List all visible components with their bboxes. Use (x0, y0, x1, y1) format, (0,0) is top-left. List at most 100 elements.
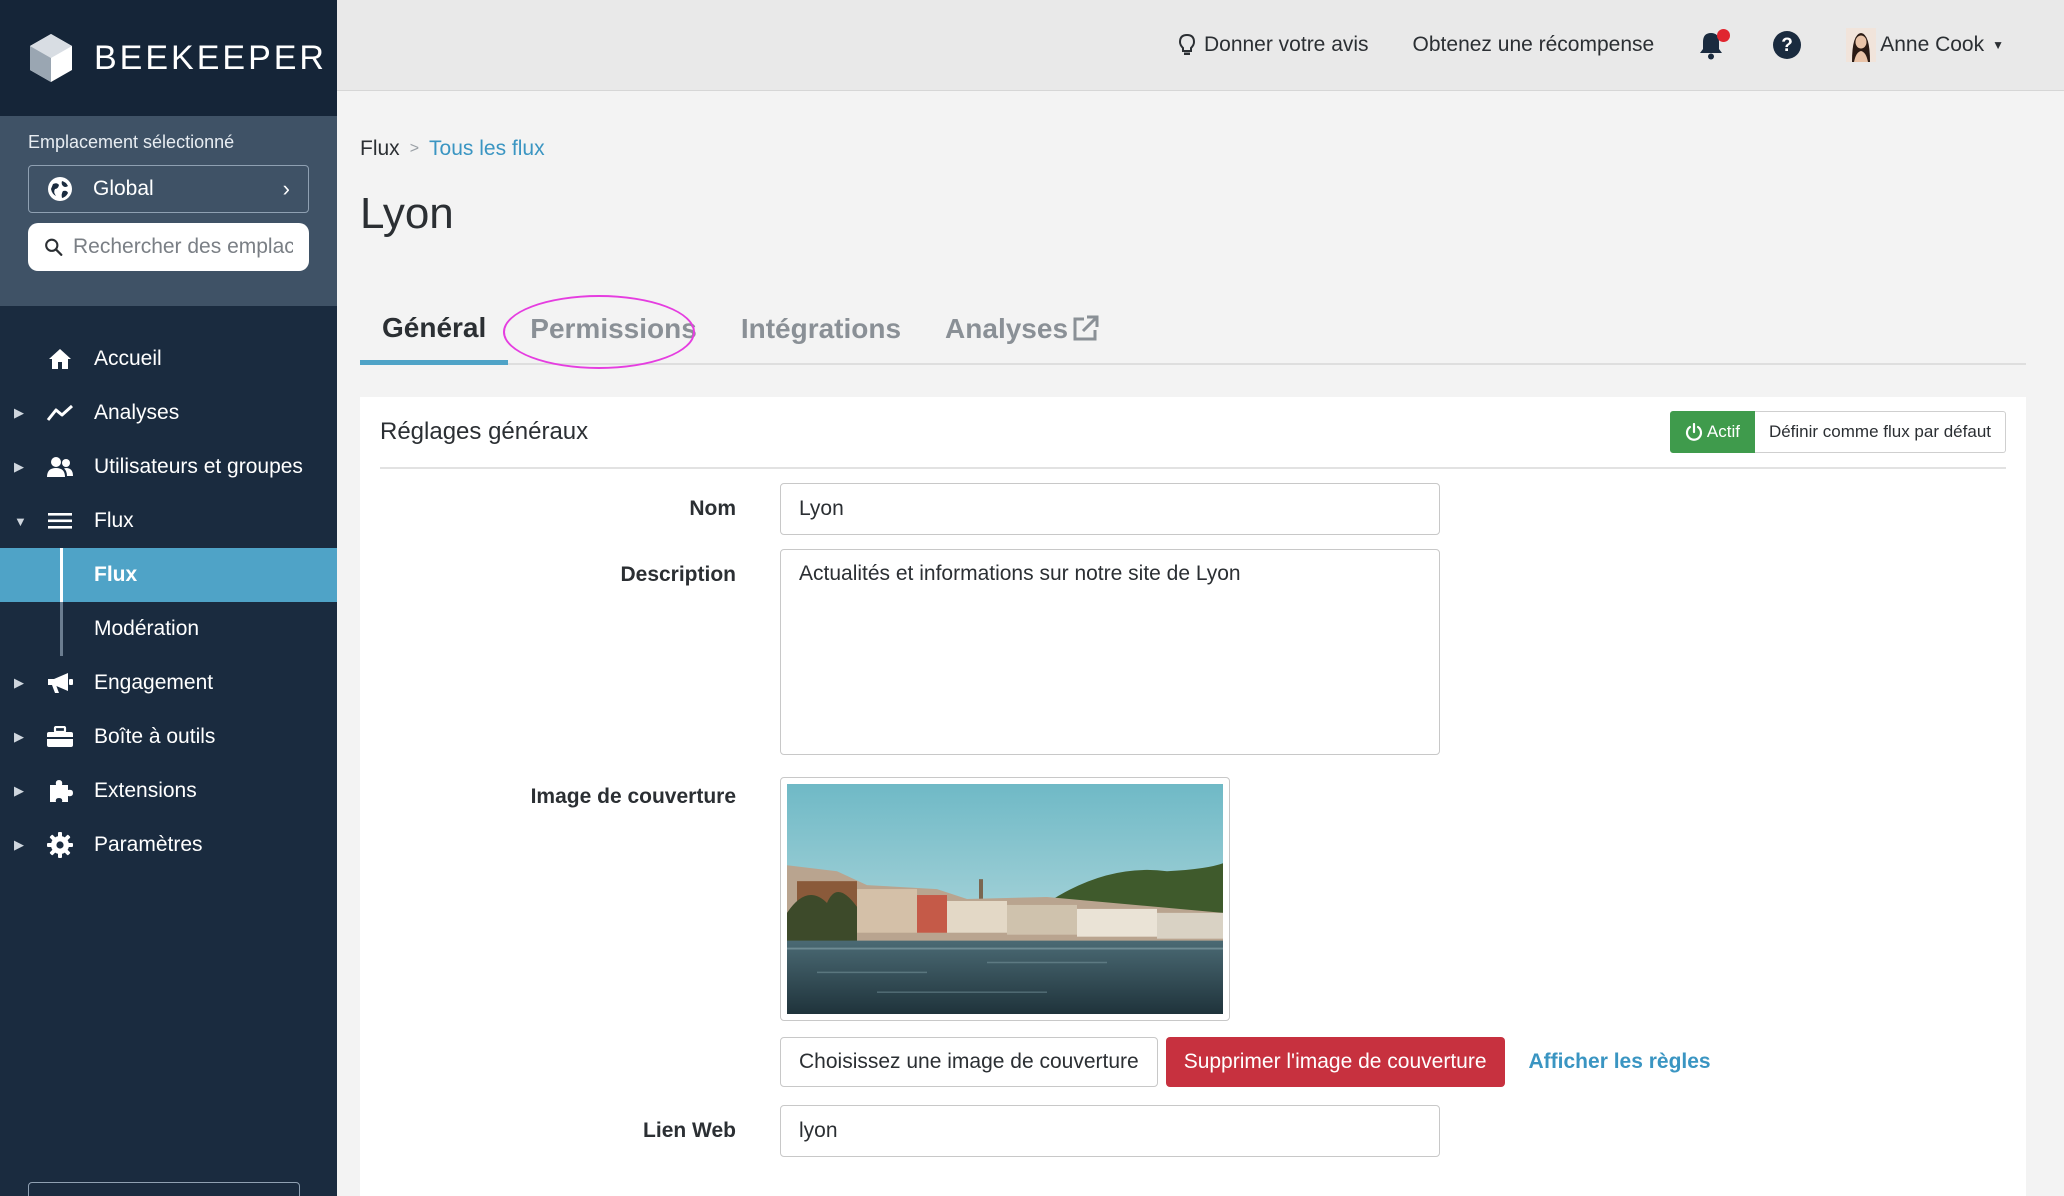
caret-right-icon: ▶ (14, 675, 24, 690)
page-title: Lyon (360, 189, 454, 238)
nav-subitem-flux[interactable]: Flux (0, 548, 337, 602)
nav-label: Flux (94, 563, 138, 586)
set-default-stream-button[interactable]: Définir comme flux par défaut (1754, 411, 2006, 453)
reward-label: Obtenez une récompense (1412, 33, 1655, 56)
gear-icon (46, 831, 74, 859)
tab-analyses[interactable]: Analyses (923, 295, 1122, 363)
feedback-link[interactable]: Donner votre avis (1178, 33, 1369, 57)
toolbox-icon (46, 723, 74, 751)
general-settings-card: Réglages généraux Actif Définir comme fl… (360, 397, 2026, 1196)
weblink-label: Lien Web (643, 1119, 736, 1142)
form-row-description: Description Actualités et informations s… (380, 549, 2006, 755)
breadcrumb-separator: > (409, 140, 420, 157)
breadcrumb-root[interactable]: Flux (360, 137, 400, 161)
nav-item-engagement[interactable]: ▶ Engagement (0, 656, 337, 710)
brand[interactable]: BEEKEEPER (0, 0, 337, 116)
nav-label: Engagement (94, 671, 214, 694)
description-label: Description (620, 563, 736, 586)
location-search-input[interactable] (73, 235, 293, 259)
help-button[interactable]: ? (1772, 30, 1802, 60)
chart-line-icon (46, 399, 74, 427)
location-label: Emplacement sélectionné (28, 132, 235, 152)
nav-label: Boîte à outils (94, 725, 216, 748)
card-title: Réglages généraux (380, 418, 589, 445)
reward-link[interactable]: Obtenez une récompense (1413, 33, 1655, 57)
location-selector[interactable]: Global › (28, 165, 309, 213)
nav-label: Flux (94, 509, 134, 532)
nav-label: Extensions (94, 779, 197, 802)
caret-right-icon: ▶ (14, 837, 24, 852)
user-menu[interactable]: Anne Cook ▼ (1846, 28, 2004, 62)
top-bar: Donner votre avis Obtenez une récompense… (337, 0, 2064, 91)
location-search[interactable] (28, 223, 309, 271)
nav-label: Analyses (94, 401, 180, 424)
sidebar-bottom-control[interactable] (28, 1182, 300, 1196)
main-nav: Accueil ▶ Analyses ▶ Utilisateurs et gro… (0, 306, 337, 872)
cover-image-frame (780, 777, 1230, 1021)
menu-lines-icon (46, 507, 74, 535)
name-label: Nom (689, 497, 736, 520)
breadcrumb-all-streams[interactable]: Tous les flux (429, 137, 545, 161)
nav-item-settings[interactable]: ▶ Paramètres (0, 818, 337, 872)
nav-label: Accueil (94, 347, 162, 370)
nav-item-extensions[interactable]: ▶ Extensions (0, 764, 337, 818)
nav-item-flux-group[interactable]: ▼ Flux (0, 494, 337, 548)
sub-indicator (60, 602, 63, 656)
tab-label: Intégrations (740, 313, 902, 344)
nav-item-analyses[interactable]: ▶ Analyses (0, 386, 337, 440)
user-name: Anne Cook (1880, 33, 1985, 56)
tab-permissions[interactable]: Permissions (508, 295, 719, 363)
card-header: Réglages généraux Actif Définir comme fl… (380, 397, 2006, 469)
tab-label: Permissions (530, 313, 697, 344)
name-input[interactable] (780, 483, 1440, 535)
nav-subitem-moderation[interactable]: Modération (0, 602, 337, 656)
choose-cover-button[interactable]: Choisissez une image de couverture (780, 1037, 1158, 1087)
nav-item-accueil[interactable]: Accueil (0, 332, 337, 386)
beekeeper-logo-icon (30, 34, 72, 82)
home-icon (46, 345, 74, 373)
caret-right-icon: ▶ (14, 459, 24, 474)
location-selected: Global (93, 177, 154, 200)
chevron-right-icon: › (282, 176, 290, 201)
caret-right-icon: ▶ (14, 783, 24, 798)
megaphone-icon (46, 669, 74, 697)
nav-label: Utilisateurs et groupes (94, 455, 303, 478)
nav-item-toolbox[interactable]: ▶ Boîte à outils (0, 710, 337, 764)
cover-image (787, 784, 1223, 1014)
breadcrumb: Flux > Tous les flux (360, 137, 2026, 161)
delete-cover-label: Supprimer l'image de couverture (1183, 1050, 1487, 1073)
users-icon (46, 453, 74, 481)
sidebar: BEEKEEPER Emplacement sélectionné Global… (0, 0, 337, 1196)
sub-indicator (60, 548, 63, 602)
search-icon (45, 238, 63, 256)
delete-cover-button[interactable]: Supprimer l'image de couverture (1165, 1037, 1505, 1087)
active-toggle-button[interactable]: Actif (1669, 411, 1755, 453)
cover-actions: Choisissez une image de couverture Suppr… (780, 1037, 2006, 1087)
tab-integrations[interactable]: Intégrations (719, 295, 923, 363)
show-rules-link[interactable]: Afficher les règles (1529, 1050, 1711, 1074)
tab-bar: Général Permissions Intégrations Analyse… (360, 295, 2026, 369)
lightbulb-icon (1178, 33, 1195, 55)
nav-label: Modération (94, 617, 200, 640)
weblink-input[interactable] (780, 1105, 1440, 1157)
caret-right-icon: ▶ (14, 729, 24, 744)
description-textarea[interactable]: Actualités et informations sur notre sit… (780, 549, 1440, 755)
power-icon (1685, 423, 1702, 441)
notifications-button[interactable] (1698, 29, 1731, 61)
form-row-cover: Image de couverture (380, 777, 2006, 1021)
svg-text:?: ? (1781, 35, 1793, 56)
tab-general[interactable]: Général (360, 295, 509, 365)
caret-down-icon: ▼ (1992, 38, 2004, 52)
nav-item-users-groups[interactable]: ▶ Utilisateurs et groupes (0, 440, 337, 494)
external-link-icon (1073, 315, 1099, 341)
set-default-label: Définir comme flux par défaut (1768, 422, 1991, 441)
avatar (1846, 28, 1877, 62)
caret-right-icon: ▶ (14, 405, 24, 420)
form-row-weblink: Lien Web (380, 1105, 2006, 1157)
cover-label: Image de couverture (530, 785, 736, 808)
puzzle-icon (46, 777, 74, 805)
location-panel: Emplacement sélectionné Global › (0, 116, 337, 306)
help-icon: ? (1773, 31, 1802, 59)
main-content: Flux > Tous les flux Lyon Général Permis… (360, 91, 2026, 1196)
stream-status-group: Actif Définir comme flux par défaut (1669, 411, 2006, 453)
